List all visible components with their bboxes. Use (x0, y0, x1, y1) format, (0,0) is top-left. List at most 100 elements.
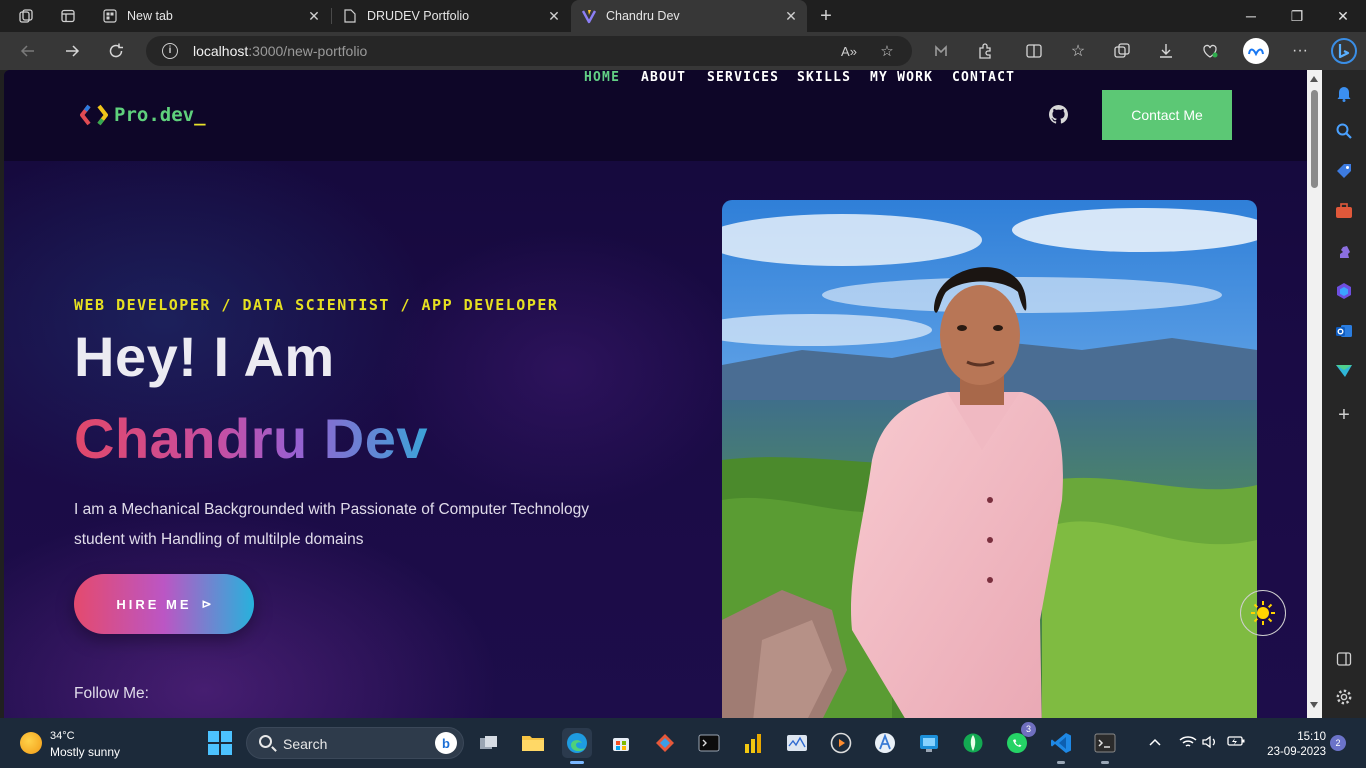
notification-bell-icon[interactable] (1333, 82, 1355, 104)
back-icon[interactable] (16, 39, 40, 63)
browser-essentials-icon[interactable] (1198, 39, 1222, 63)
restore-icon[interactable]: ❐ (1274, 0, 1320, 32)
collections-icon[interactable] (1110, 39, 1134, 63)
scroll-up-icon[interactable] (1310, 76, 1318, 82)
hide-sidebar-icon[interactable] (1333, 648, 1355, 670)
notification-center-badge[interactable]: 2 (1330, 735, 1346, 751)
microsoft-edge-icon[interactable] (562, 728, 592, 764)
tools-briefcase-icon[interactable] (1333, 200, 1355, 222)
running-app-indicator (1101, 761, 1109, 764)
split-screen-icon[interactable] (1022, 39, 1046, 63)
new-tab-favicon-icon (102, 8, 118, 24)
tab-actions-icon[interactable] (58, 6, 78, 26)
close-tab-icon[interactable]: ✕ (306, 8, 322, 24)
add-sidebar-app-icon[interactable]: + (1333, 404, 1355, 426)
show-hidden-icons-chevron-up-icon[interactable] (1149, 735, 1161, 750)
extension-m-icon[interactable] (929, 39, 953, 63)
minimize-icon[interactable]: ─ (1228, 0, 1274, 32)
outlook-icon[interactable] (1333, 320, 1355, 342)
clock-date: 23-09-2023 (1267, 746, 1326, 758)
theme-toggle-sun-icon[interactable] (1240, 590, 1286, 636)
drop-send-icon[interactable] (1333, 360, 1355, 382)
copilot-bing-icon[interactable] (1330, 37, 1358, 65)
hire-me-button[interactable]: HIRE ME ⊳ (74, 574, 254, 634)
workspaces-icon[interactable] (16, 6, 36, 26)
running-app-indicator (1057, 761, 1065, 764)
sidebar-settings-gear-icon[interactable] (1333, 686, 1355, 708)
site-logo[interactable]: Pro.dev_ (80, 104, 206, 126)
page-scrollbar[interactable] (1307, 70, 1322, 718)
whatsapp-unread-badge: 3 (1021, 722, 1036, 737)
volume-speaker-icon[interactable] (1202, 735, 1218, 752)
weather-temperature: 34°C (50, 730, 75, 742)
vite-favicon-icon (581, 8, 597, 24)
browser-tab-strip: New tab ✕ DRUDEV Portfolio ✕ Chandru Dev… (0, 0, 1366, 32)
refresh-icon[interactable] (104, 39, 128, 63)
favorite-star-icon[interactable]: ☆ (876, 40, 898, 62)
power-bi-icon[interactable] (738, 728, 768, 758)
microsoft-store-icon[interactable] (606, 728, 636, 758)
battery-charging-icon[interactable] (1227, 735, 1245, 750)
forward-icon[interactable] (60, 39, 84, 63)
scroll-down-icon[interactable] (1310, 702, 1318, 708)
nav-link-services[interactable]: SERVICES (707, 70, 779, 85)
scrollbar-thumb[interactable] (1311, 90, 1318, 188)
git-kraken-icon[interactable] (650, 728, 680, 758)
settings-more-icon[interactable]: ··· (1288, 39, 1312, 63)
active-app-indicator (570, 761, 584, 764)
contact-me-button[interactable]: Contact Me (1102, 90, 1232, 140)
weather-condition: Mostly sunny (50, 745, 121, 759)
browser-toolbar: i localhost:3000/new-portfolio A» ☆ ☆ ··… (0, 32, 1366, 70)
system-clock[interactable]: 15:10 23-09-2023 (1258, 730, 1326, 760)
bing-icon[interactable]: b (435, 732, 457, 754)
close-tab-icon[interactable]: ✕ (783, 8, 799, 24)
favorites-icon[interactable]: ☆ (1066, 39, 1090, 63)
task-view-icon[interactable] (474, 728, 504, 758)
vs-code-icon[interactable] (1046, 728, 1076, 764)
wifi-icon[interactable] (1179, 735, 1197, 752)
games-chess-icon[interactable] (1333, 240, 1355, 262)
close-window-icon[interactable]: ✕ (1320, 0, 1366, 32)
site-info-icon[interactable]: i (162, 43, 178, 59)
file-explorer-icon[interactable] (518, 728, 548, 758)
start-menu-windows-icon[interactable] (208, 731, 232, 755)
nav-link-home[interactable]: HOME (584, 70, 620, 85)
read-aloud-icon[interactable]: A» (838, 40, 860, 62)
search-icon[interactable] (1333, 120, 1355, 142)
address-bar[interactable]: i localhost:3000/new-portfolio A» ☆ (146, 36, 912, 66)
shopping-tag-icon[interactable] (1333, 160, 1355, 182)
nav-link-contact[interactable]: CONTACT (952, 70, 1015, 85)
hero-greeting: Hey! I Am (74, 325, 335, 388)
profile-avatar-icon[interactable] (1243, 38, 1269, 64)
weather-widget[interactable]: 34°C Mostly sunny (20, 728, 160, 760)
profile-photo (722, 200, 1257, 718)
hero-name: Chandru Dev (74, 407, 428, 470)
close-tab-icon[interactable]: ✕ (546, 8, 562, 24)
command-prompt-icon[interactable] (694, 728, 724, 758)
virtualbox-icon[interactable] (914, 728, 944, 758)
nav-link-about[interactable]: ABOUT (641, 70, 686, 85)
tab-drudev-portfolio[interactable]: DRUDEV Portfolio ✕ (332, 0, 570, 32)
extensions-icon[interactable] (973, 39, 997, 63)
android-studio-icon[interactable] (870, 728, 900, 758)
url-text[interactable]: localhost:3000/new-portfolio (193, 43, 367, 59)
mongodb-compass-icon[interactable] (958, 728, 988, 758)
tab-chandru-dev[interactable]: Chandru Dev ✕ (571, 0, 807, 32)
media-player-icon[interactable] (826, 728, 856, 758)
tab-title: Chandru Dev (606, 9, 680, 23)
whatsapp-icon[interactable]: 3 (1002, 722, 1036, 758)
github-icon[interactable] (1049, 105, 1068, 124)
new-tab-button[interactable]: + (816, 5, 836, 27)
downloads-icon[interactable] (1154, 39, 1178, 63)
microsoft-365-icon[interactable] (1333, 280, 1355, 302)
resource-monitor-icon[interactable] (782, 728, 812, 758)
windows-terminal-icon[interactable] (1090, 728, 1120, 764)
follow-me-label: Follow Me: (74, 685, 149, 702)
site-header: Pro.dev_ HOME ABOUT SERVICES SKILLS MY W… (4, 70, 1307, 161)
nav-link-my-work[interactable]: MY WORK (870, 70, 933, 85)
nav-link-skills[interactable]: SKILLS (797, 70, 851, 85)
taskbar-search-box[interactable]: Search b (246, 727, 464, 759)
tab-new-tab[interactable]: New tab ✕ (92, 0, 330, 32)
search-label: Search (283, 736, 328, 752)
arrow-right-icon: ⊳ (201, 597, 212, 611)
